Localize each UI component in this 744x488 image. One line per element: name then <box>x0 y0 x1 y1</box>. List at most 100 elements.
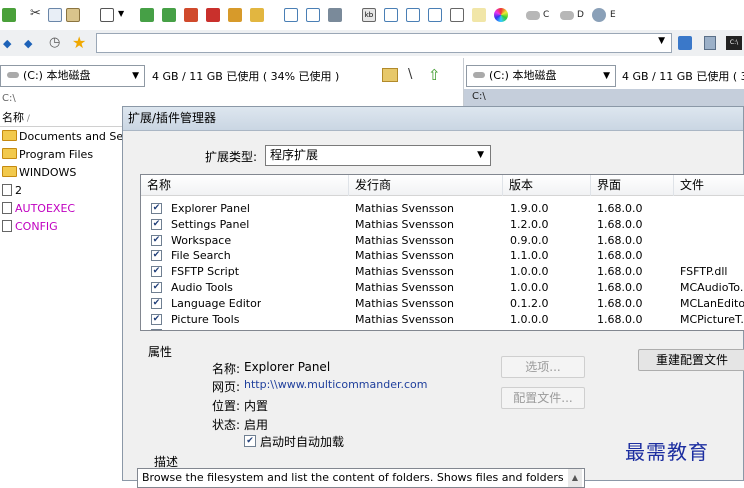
console-icon[interactable]: C:\ <box>726 36 742 50</box>
plugin-enabled-checkbox[interactable]: ✔ <box>151 218 162 230</box>
copy-path-icon[interactable] <box>382 68 398 82</box>
plugin-publisher-cell: Mathias Svensson <box>355 327 454 330</box>
details-icon[interactable] <box>406 8 420 22</box>
size-icon[interactable]: kb <box>362 8 376 22</box>
plugin-row[interactable]: ✔ File Search Mathias Svensson 1.1.0.0 1.68.… <box>141 248 744 264</box>
pencil-icon[interactable] <box>472 8 486 22</box>
rename-icon[interactable] <box>306 8 320 22</box>
plugin-name-cell: Language Editor <box>171 296 262 310</box>
prop-web-label: 网页: <box>211 380 240 394</box>
chevron-down-icon[interactable]: ▼ <box>658 36 665 46</box>
autoload-checkbox[interactable]: ✔ <box>244 435 256 447</box>
right-path-bar[interactable]: C:\ <box>464 89 744 106</box>
notes-icon[interactable] <box>450 8 464 22</box>
plugin-enabled-checkbox[interactable]: ✔ <box>151 329 162 330</box>
settings-icon[interactable] <box>228 8 242 22</box>
column-header-publisher[interactable]: 发行商 <box>349 175 503 196</box>
dropdown-icon[interactable]: ▼ <box>118 9 132 23</box>
thumbnails-icon[interactable] <box>428 8 442 22</box>
plugin-enabled-checkbox[interactable]: ✔ <box>151 203 162 214</box>
file-list-item[interactable]: CONFIG <box>2 220 58 233</box>
path-input[interactable]: ▼ <box>96 33 672 53</box>
plugin-publisher-cell: Mathias Svensson <box>355 281 454 294</box>
paste-icon[interactable] <box>66 8 80 22</box>
plugin-enabled-checkbox[interactable]: ✔ <box>151 234 162 246</box>
plugin-interface-cell: 1.68.0.0 <box>597 312 643 326</box>
options-button[interactable]: 选项... <box>501 356 585 378</box>
column-header-version[interactable]: 版本 <box>503 175 591 196</box>
layout-icon[interactable] <box>704 36 716 50</box>
folder-icon[interactable] <box>250 8 264 22</box>
plugin-row[interactable]: ✔ Picture Tools Mathias Svensson 1.0.0.0 1.6… <box>141 312 744 328</box>
rebuild-config-button[interactable]: 重建配置文件 <box>638 349 744 371</box>
app-icon[interactable] <box>2 8 16 22</box>
file-list-item[interactable]: Program Files <box>2 148 93 161</box>
cut-icon[interactable]: ✂ <box>30 6 44 21</box>
file-icon <box>2 202 12 214</box>
list-icon[interactable] <box>384 8 398 22</box>
drive-e-label[interactable]: E <box>610 10 616 20</box>
new-file-icon[interactable] <box>140 8 154 22</box>
extension-type-value: 程序扩展 <box>270 148 319 162</box>
right-drive-select[interactable]: (C:) 本地磁盘 ▼ <box>466 65 616 87</box>
plugin-row[interactable]: ✔ Settings Panel Mathias Svensson 1.2.0.0 1.… <box>141 217 744 233</box>
plugin-version-cell: 1.1.0.0 <box>510 249 549 263</box>
autoload-label[interactable]: 启动时自动加载 <box>260 433 344 450</box>
file-list-item[interactable]: WINDOWS <box>2 166 76 179</box>
file-icon <box>2 220 12 232</box>
drive-d-label[interactable]: D <box>577 10 584 20</box>
view-icon[interactable] <box>100 8 114 22</box>
favorite-star-icon[interactable]: ★ <box>72 33 86 52</box>
chevron-down-icon: ▼ <box>132 71 139 81</box>
back-icon[interactable]: ◆ <box>3 37 11 50</box>
plugin-row[interactable]: ✔ Language Editor Mathias Svensson 0.1.2.0 1… <box>141 296 744 312</box>
plugin-version-cell: 1.2.0.0 <box>510 217 549 231</box>
left-column-header[interactable]: 名称 / <box>0 109 122 127</box>
plugin-name-cell: FSFTP Script <box>171 265 240 279</box>
compare-icon[interactable] <box>328 8 342 22</box>
config-file-button[interactable]: 配置文件... <box>501 387 585 409</box>
description-field[interactable]: Browse the filesystem and list the conte… <box>137 468 585 488</box>
parent-folder-icon[interactable]: ⇧ <box>428 66 441 84</box>
plugin-enabled-checkbox[interactable]: ✔ <box>151 250 162 262</box>
file-list-item[interactable]: AUTOEXEC <box>2 202 75 215</box>
file-list-item[interactable]: Documents and Sett <box>2 130 132 143</box>
view-toggle-icon[interactable] <box>678 36 692 50</box>
plugin-version-cell: 0.1.2.0 <box>510 296 549 310</box>
plugin-name-cell: Audio Tools <box>171 281 233 294</box>
plugin-row[interactable]: ✔ MCPictureViewer Mathias Svensson 1.0.0.0 1… <box>141 327 744 330</box>
plugin-enabled-checkbox[interactable]: ✔ <box>151 282 162 293</box>
plugin-enabled-checkbox[interactable]: ✔ <box>151 297 162 309</box>
history-icon[interactable]: ◷ <box>49 35 60 50</box>
column-header-file[interactable]: 文件 <box>674 175 744 196</box>
drive-c-icon[interactable] <box>526 11 540 20</box>
drive-c-label[interactable]: C <box>543 10 549 20</box>
plugin-enabled-checkbox[interactable]: ✔ <box>151 266 162 278</box>
drive-d-icon[interactable] <box>560 11 574 20</box>
extension-type-select[interactable]: 程序扩展 ▼ <box>265 145 491 166</box>
left-drive-usage: 4 GB / 11 GB 已使用 ( 34% 已使用 ) <box>152 70 340 83</box>
plugin-version-cell: 1.0.0.0 <box>510 312 549 326</box>
forward-icon[interactable]: ◆ <box>24 37 32 50</box>
root-icon[interactable]: \ <box>408 67 412 82</box>
plugin-row[interactable]: ✔ FSFTP Script Mathias Svensson 1.0.0.0 1.68… <box>141 264 744 280</box>
color-wheel-icon[interactable] <box>494 8 508 22</box>
archive-icon[interactable] <box>206 8 220 22</box>
search-icon[interactable] <box>284 8 298 22</box>
plugin-row[interactable]: ✔ Audio Tools Mathias Svensson 1.0.0.0 1.68.… <box>141 280 744 296</box>
plugin-enabled-checkbox[interactable]: ✔ <box>151 313 162 325</box>
column-header-name[interactable]: 名称 <box>141 175 349 196</box>
plugin-row[interactable]: ✔ Workspace Mathias Svensson 0.9.0.0 1.68.0.… <box>141 233 744 249</box>
user-drive-e-icon[interactable] <box>592 8 606 22</box>
left-drive-select[interactable]: (C:) 本地磁盘 ▼ <box>0 65 145 87</box>
edit-file-icon[interactable] <box>162 8 176 22</box>
column-header-interface[interactable]: 界面 <box>591 175 674 196</box>
delete-file-icon[interactable] <box>184 8 198 22</box>
left-drive-label: (C:) 本地磁盘 <box>23 69 91 82</box>
scroll-up-icon[interactable]: ▲ <box>568 469 582 487</box>
copy-icon[interactable] <box>48 8 62 22</box>
prop-web-link[interactable]: http:\\www.multicommander.com <box>244 378 427 391</box>
file-list-item[interactable]: 2 <box>2 184 22 197</box>
file-name: AUTOEXEC <box>15 202 76 215</box>
plugin-row[interactable]: ✔ Explorer Panel Mathias Svensson 1.9.0.0 1.… <box>141 201 744 217</box>
